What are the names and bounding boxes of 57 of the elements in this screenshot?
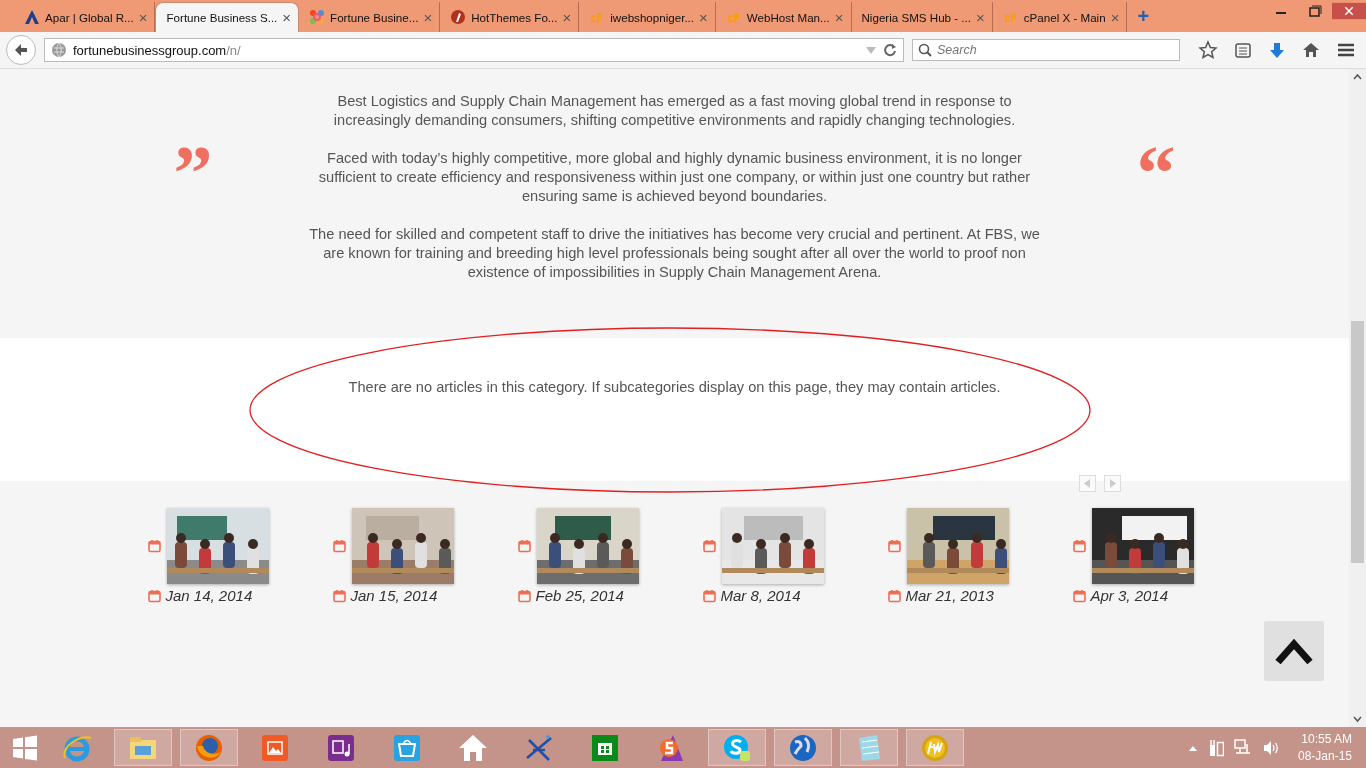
globe-icon: [51, 42, 67, 58]
calendar-icon: [147, 539, 161, 553]
network-icon[interactable]: [1233, 738, 1252, 757]
back-button[interactable]: [6, 35, 36, 65]
close-tab-button[interactable]: ×: [976, 8, 985, 26]
home-icon[interactable]: [1302, 41, 1320, 59]
notice-text: There are no articles in this category. If subcategories display on this page, they may contain articles.: [348, 378, 1001, 397]
address-bar[interactable]: fortunebusinessgroup.com/n/: [44, 38, 904, 62]
menu-icon[interactable]: [1336, 41, 1356, 59]
scrollbar-thumb[interactable]: [1351, 321, 1364, 563]
calendar-icon: [1072, 588, 1086, 603]
back-arrow-icon: [13, 42, 29, 58]
quote-mark: “: [1136, 134, 1176, 174]
download-icon[interactable]: [1268, 41, 1286, 59]
close-tab-button[interactable]: ×: [699, 8, 708, 26]
calendar-icon: [332, 539, 346, 553]
calendar-icon: [1072, 539, 1086, 553]
calendar-icon: [517, 588, 531, 603]
close-tab-button[interactable]: ×: [138, 8, 148, 26]
calendar-icon: [517, 539, 531, 553]
browser-tab[interactable]: Fortune Business S... ×: [155, 2, 300, 32]
paragraph: Faced with today’s highly competitive, more global and highly dynamic business environment, it is no longer sufficient to create efficiency and responsiveness within just one company, or within just one country but rather ensuring same is achieved beyond boundaries.: [317, 149, 1032, 206]
date-text: Apr 3, 2014: [1090, 586, 1169, 605]
star-icon[interactable]: [1198, 40, 1218, 60]
taskbar-button[interactable]: [774, 729, 832, 766]
back-to-top-button[interactable]: [1264, 621, 1324, 681]
date-text: Mar 21, 2013: [905, 586, 994, 605]
calendar-icon: [887, 588, 901, 603]
joomla-icon: [309, 9, 326, 25]
calendar-icon: [147, 588, 161, 603]
search-icon: [918, 43, 932, 57]
calendar-icon: [887, 539, 901, 553]
quote-mark: ”: [173, 134, 213, 174]
url-text: fortunebusinessgroup.com/n/: [73, 42, 241, 58]
taskbar-button[interactable]: [180, 729, 238, 766]
date-text: Feb 25, 2014: [535, 586, 624, 605]
dropdown-icon[interactable]: [865, 44, 877, 56]
clipboard-list-icon[interactable]: [1234, 41, 1252, 59]
triangle-icon: [24, 9, 40, 25]
battery-icon[interactable]: [1207, 738, 1224, 757]
up-chevron-icon: [1275, 638, 1313, 664]
date-text: Jan 15, 2014: [350, 586, 438, 605]
close-tab-button[interactable]: ×: [282, 9, 292, 26]
calendar-icon: [332, 588, 346, 603]
close-tab-button[interactable]: ×: [423, 8, 433, 26]
date-text: Mar 8, 2014: [720, 586, 801, 605]
close-tab-button[interactable]: ×: [834, 8, 844, 26]
search-field[interactable]: Search: [912, 39, 1180, 61]
close-icon[interactable]: [1332, 0, 1366, 22]
close-tab-button[interactable]: ×: [562, 8, 572, 26]
paragraph: The need for skilled and competent staff to drive the initiatives has become very crucial and pertinent. At FBS, we are known for training and breeding high level professionals being sought after all over the world to proof non existence of impossibilities in Supply Chain Management Arena.: [308, 225, 1041, 282]
paragraph: Best Logistics and Supply Chain Management has emerged as a fast moving global trend in response to increasingly demanding consumers, shifting competitive environments and rapidly changing technologies.: [332, 92, 1017, 130]
date-text: Jan 14, 2014: [165, 586, 253, 605]
calendar-icon: [702, 588, 716, 603]
calendar-icon: [702, 539, 716, 553]
close-tab-button[interactable]: ×: [1110, 8, 1120, 26]
reload-icon[interactable]: [883, 43, 897, 57]
